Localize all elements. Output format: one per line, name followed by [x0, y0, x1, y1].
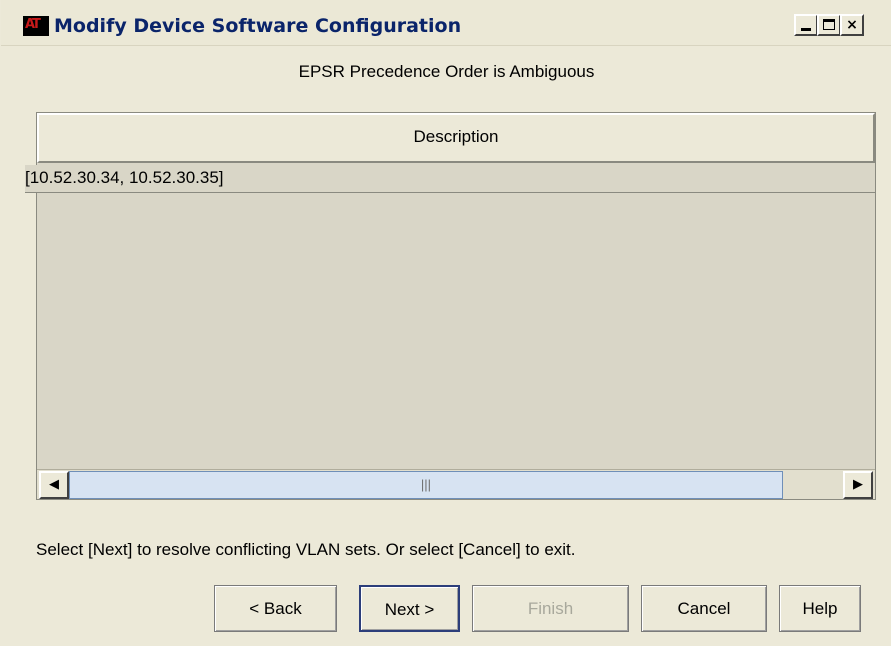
window-title: Modify Device Software Configuration [54, 15, 462, 37]
close-icon: × [846, 17, 858, 33]
maximize-button[interactable] [817, 14, 841, 36]
table-empty-area [37, 194, 875, 469]
table-row[interactable]: [10.52.30.34, 10.52.30.35] [25, 165, 875, 193]
minimize-icon [801, 28, 811, 31]
help-button[interactable]: Help [779, 585, 861, 632]
horizontal-scrollbar[interactable]: ◀ ||| ▶ [37, 469, 875, 499]
close-button[interactable]: × [840, 14, 864, 36]
scrollbar-thumb[interactable]: ||| [69, 471, 783, 499]
page-heading: EPSR Precedence Order is Ambiguous [298, 62, 595, 81]
app-logo-text: AT [25, 17, 41, 32]
title-bar[interactable]: AT Modify Device Software Configuration … [1, 0, 891, 46]
minimize-button[interactable] [794, 14, 818, 36]
description-table: Description [10.52.30.34, 10.52.30.35] ◀… [25, 112, 876, 500]
next-button[interactable]: Next > [359, 585, 460, 632]
finish-button[interactable]: Finish [472, 585, 629, 632]
dialog-window: AT Modify Device Software Configuration … [0, 0, 891, 646]
scroll-left-arrow-icon[interactable]: ◀ [39, 471, 69, 499]
column-header-description[interactable]: Description [37, 113, 875, 163]
grip-icon: ||| [420, 477, 432, 492]
cancel-button[interactable]: Cancel [641, 585, 767, 632]
back-button[interactable]: < Back [214, 585, 337, 632]
scroll-right-arrow-icon[interactable]: ▶ [843, 471, 873, 499]
instruction-text: Select [Next] to resolve conflicting VLA… [36, 540, 576, 559]
table-cell-description: [10.52.30.34, 10.52.30.35] [25, 168, 224, 187]
app-logo-icon: AT [23, 16, 49, 36]
maximize-icon [823, 19, 835, 30]
